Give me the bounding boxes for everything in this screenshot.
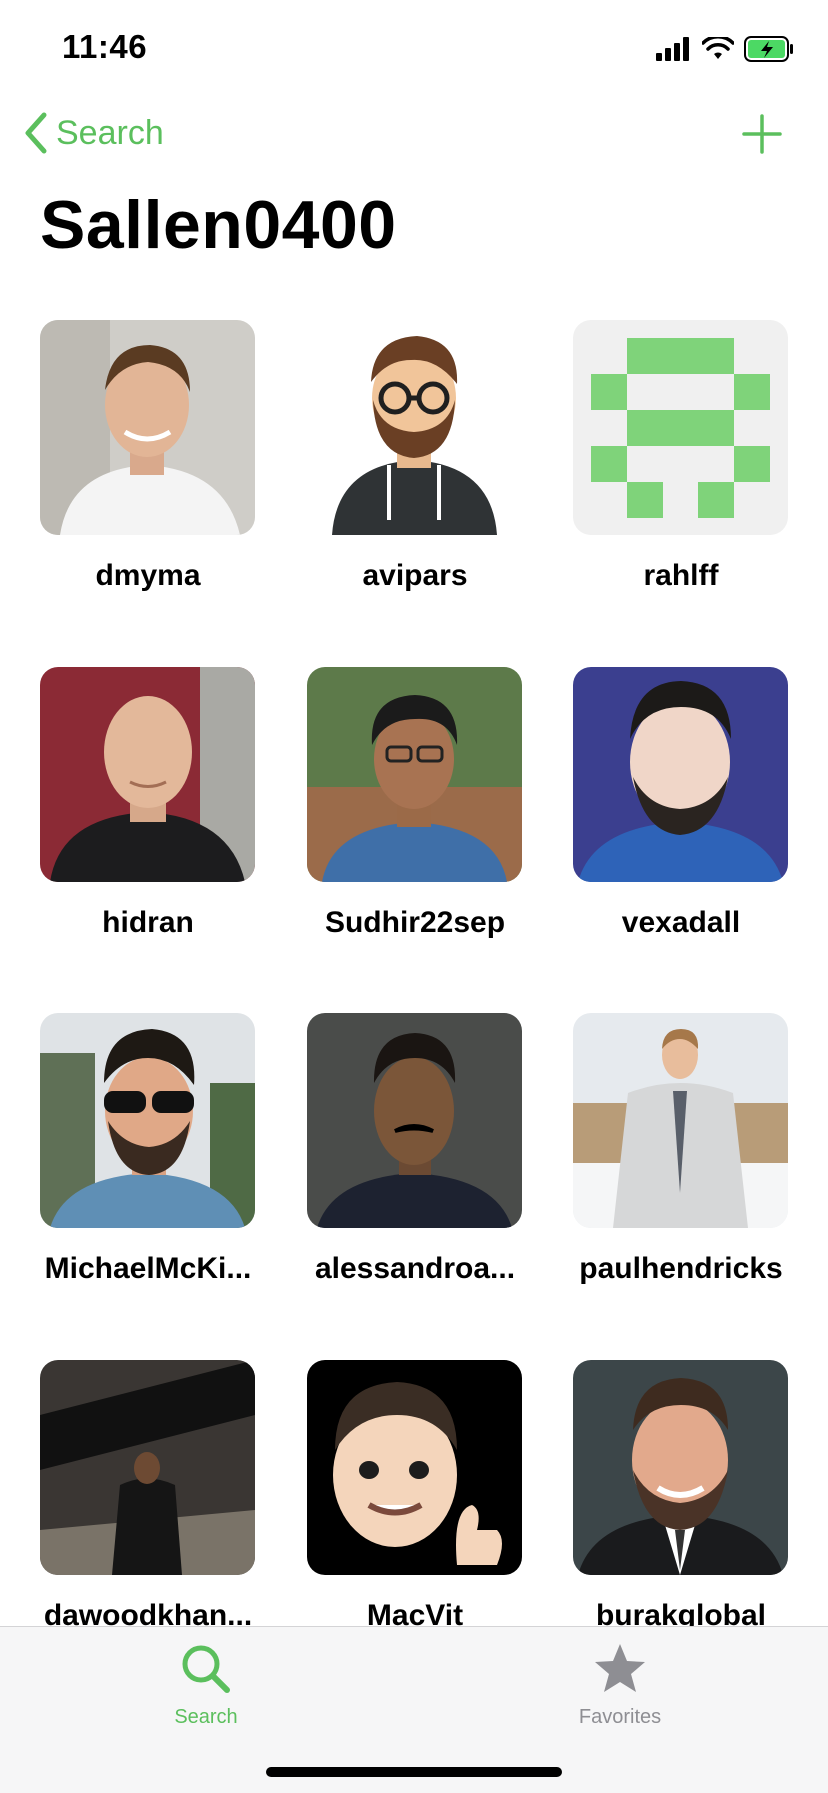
username: rahlff bbox=[643, 559, 719, 592]
magnifier-icon bbox=[182, 1645, 230, 1693]
tab-favorites[interactable]: Favorites bbox=[530, 1641, 710, 1729]
status-icons bbox=[656, 34, 794, 64]
username: vexadall bbox=[621, 906, 741, 939]
avatar bbox=[40, 1013, 255, 1228]
user-cell[interactable]: hidran bbox=[40, 667, 255, 940]
avatar bbox=[40, 320, 255, 535]
username: avipars bbox=[362, 559, 468, 592]
user-cell[interactable]: avipars bbox=[307, 320, 522, 593]
page-title: Sallen0400 bbox=[40, 187, 397, 263]
status-time: 11:46 bbox=[62, 28, 148, 65]
avatar bbox=[573, 667, 788, 882]
wifi-icon bbox=[702, 37, 734, 59]
username: paulhendricks bbox=[579, 1252, 783, 1285]
avatar bbox=[573, 1360, 788, 1575]
chevron-left-icon bbox=[25, 112, 47, 154]
user-cell[interactable]: paulhendricks bbox=[573, 1013, 788, 1286]
tab-favorites-label: Favorites bbox=[578, 1706, 662, 1728]
user-cell[interactable]: rahlff bbox=[573, 320, 788, 593]
tab-search-label: Search bbox=[174, 1706, 238, 1728]
avatar bbox=[307, 667, 522, 882]
user-cell[interactable]: MacVit bbox=[307, 1360, 522, 1633]
avatar bbox=[40, 667, 255, 882]
user-cell[interactable]: Sudhir22sep bbox=[307, 667, 522, 940]
tab-search[interactable]: Search bbox=[116, 1641, 296, 1729]
star-icon bbox=[595, 1644, 645, 1692]
cellular-signal-icon bbox=[656, 37, 689, 61]
username: hidran bbox=[102, 906, 194, 939]
avatar bbox=[307, 1013, 522, 1228]
user-cell[interactable]: dmyma bbox=[40, 320, 255, 593]
avatar bbox=[573, 320, 788, 535]
user-cell[interactable]: dawoodkhan... bbox=[40, 1360, 255, 1633]
home-indicator bbox=[266, 1767, 562, 1777]
username: dmyma bbox=[95, 559, 201, 592]
username: alessandroa... bbox=[314, 1252, 516, 1285]
plus-icon bbox=[742, 114, 782, 154]
user-cell[interactable]: MichaelMcKi... bbox=[40, 1013, 255, 1286]
back-button-label: Search bbox=[56, 113, 164, 152]
user-cell[interactable]: vexadall bbox=[573, 667, 788, 940]
avatar bbox=[307, 1360, 522, 1575]
user-cell[interactable]: burakglobal bbox=[573, 1360, 788, 1633]
battery-charging-icon bbox=[744, 36, 793, 62]
avatar bbox=[307, 320, 522, 535]
username: MichaelMcKi... bbox=[44, 1252, 252, 1285]
user-cell[interactable]: alessandroa... bbox=[307, 1013, 522, 1286]
username: Sudhir22sep bbox=[324, 906, 506, 939]
avatar bbox=[573, 1013, 788, 1228]
avatar bbox=[40, 1360, 255, 1575]
back-button[interactable]: Search bbox=[24, 108, 164, 158]
add-button[interactable] bbox=[740, 112, 784, 156]
